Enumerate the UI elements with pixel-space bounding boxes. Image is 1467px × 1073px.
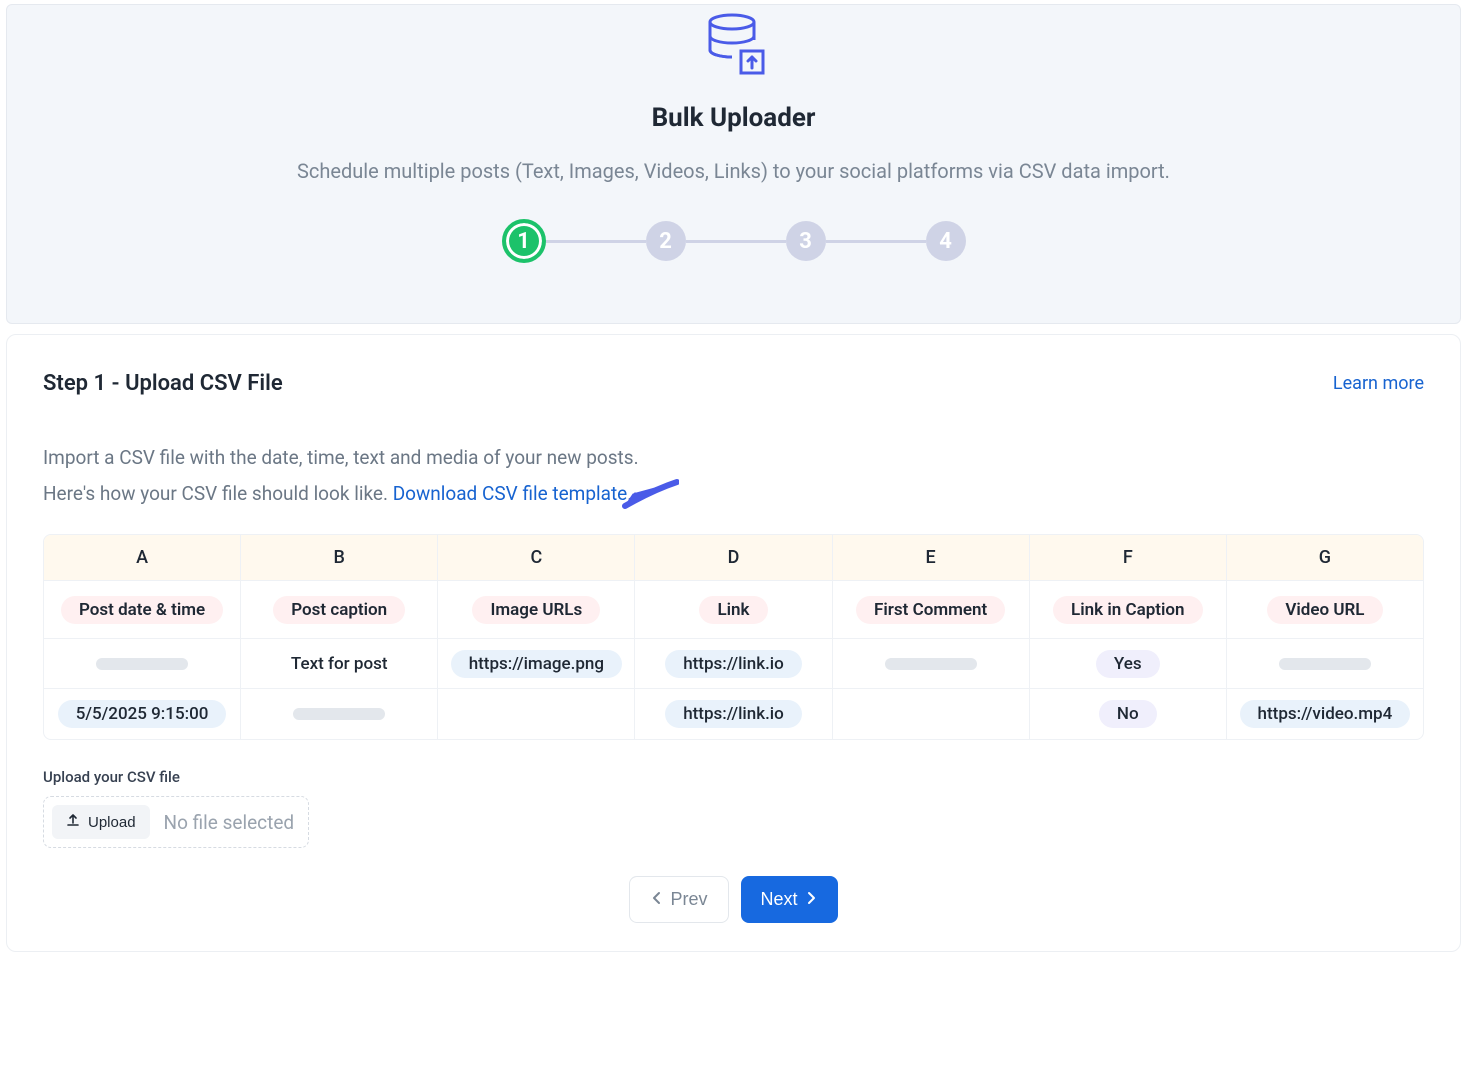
col-letter: B <box>241 535 438 581</box>
placeholder-skeleton <box>96 658 188 670</box>
cell-pill: https://video.mp4 <box>1240 700 1411 728</box>
nav-buttons: Prev Next <box>43 876 1424 923</box>
prev-label: Prev <box>670 889 707 910</box>
upload-icon <box>66 813 80 831</box>
table-headers: Post date & time Post caption Image URLs… <box>44 581 1423 639</box>
col-header: Post caption <box>241 581 438 639</box>
chevron-right-icon <box>804 889 818 910</box>
table-cell <box>833 689 1030 739</box>
step-card: Step 1 - Upload CSV File Learn more Impo… <box>6 334 1461 952</box>
col-letter: C <box>438 535 635 581</box>
cell-pill: Yes <box>1096 650 1160 678</box>
csv-preview-table: A B C D E F G Post date & time Post capt… <box>43 534 1424 740</box>
next-button[interactable]: Next <box>741 876 838 923</box>
chevron-left-icon <box>650 889 664 910</box>
stepper-connector <box>686 240 786 243</box>
table-cell: https://image.png <box>438 639 635 689</box>
table-cell <box>44 639 241 689</box>
table-cell: https://video.mp4 <box>1227 689 1423 739</box>
header-section: Bulk Uploader Schedule multiple posts (T… <box>6 4 1461 324</box>
stepper-connector <box>546 240 646 243</box>
placeholder-skeleton <box>1279 658 1371 670</box>
table-cell <box>241 689 438 739</box>
upload-button[interactable]: Upload <box>52 805 150 839</box>
col-header: Link <box>635 581 832 639</box>
cell-pill: https://image.png <box>451 650 622 678</box>
annotation-arrow-icon <box>619 478 679 520</box>
col-header: Video URL <box>1227 581 1423 639</box>
upload-box: Upload No file selected <box>43 796 309 848</box>
table-cell <box>833 639 1030 689</box>
table-row: Text for post https://image.png https://li… <box>44 639 1423 689</box>
cell-pill: https://link.io <box>665 700 802 728</box>
table-cell: https://link.io <box>635 689 832 739</box>
table-cell <box>438 689 635 739</box>
cell-pill: 5/5/2025 9:15:00 <box>58 700 227 728</box>
cell-pill: https://link.io <box>665 650 802 678</box>
desc-line-2: Here's how your CSV file should look lik… <box>43 476 1424 512</box>
no-file-selected: No file selected <box>164 811 295 834</box>
database-upload-icon <box>7 9 1460 103</box>
col-header: Post date & time <box>44 581 241 639</box>
stepper-connector <box>826 240 926 243</box>
stepper: 1 2 3 4 <box>7 219 1460 263</box>
desc-line-1: Import a CSV file with the date, time, t… <box>43 440 1424 476</box>
table-column-letters: A B C D E F G <box>44 535 1423 581</box>
learn-more-link[interactable]: Learn more <box>1333 373 1424 394</box>
next-label: Next <box>761 889 798 910</box>
col-letter: G <box>1227 535 1423 581</box>
col-header: First Comment <box>833 581 1030 639</box>
col-header: Image URLs <box>438 581 635 639</box>
page-subtitle: Schedule multiple posts (Text, Images, V… <box>7 159 1460 183</box>
table-cell: Text for post <box>241 639 438 689</box>
col-letter: F <box>1030 535 1227 581</box>
cell-pill: No <box>1099 700 1157 728</box>
table-cell <box>1227 639 1423 689</box>
step-4[interactable]: 4 <box>926 221 966 261</box>
download-template-link[interactable]: Download CSV file template <box>393 482 628 505</box>
placeholder-skeleton <box>885 658 977 670</box>
col-letter: D <box>635 535 832 581</box>
page-title: Bulk Uploader <box>7 103 1460 133</box>
step-description: Import a CSV file with the date, time, t… <box>43 440 1424 512</box>
col-letter: A <box>44 535 241 581</box>
placeholder-skeleton <box>293 708 385 720</box>
col-letter: E <box>833 535 1030 581</box>
table-cell: https://link.io <box>635 639 832 689</box>
cell-text: Text for post <box>291 654 388 674</box>
step-3[interactable]: 3 <box>786 221 826 261</box>
step-1[interactable]: 1 <box>502 219 546 263</box>
prev-button[interactable]: Prev <box>629 876 728 923</box>
table-cell: No <box>1030 689 1227 739</box>
table-cell: 5/5/2025 9:15:00 <box>44 689 241 739</box>
col-header: Link in Caption <box>1030 581 1227 639</box>
table-cell: Yes <box>1030 639 1227 689</box>
step-title: Step 1 - Upload CSV File <box>43 371 283 396</box>
table-row: 5/5/2025 9:15:00 https://link.io No https:/… <box>44 689 1423 739</box>
upload-label: Upload your CSV file <box>43 768 1424 786</box>
upload-button-label: Upload <box>88 814 136 831</box>
step-2[interactable]: 2 <box>646 221 686 261</box>
